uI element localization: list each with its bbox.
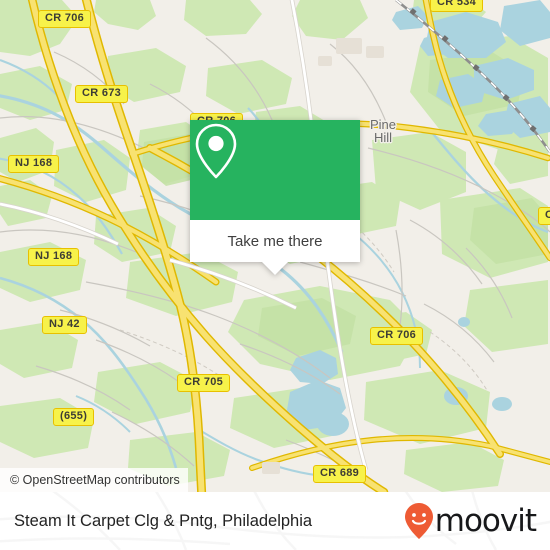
- destination-popup[interactable]: Take me there: [190, 120, 360, 275]
- road-shield-top-clipped[interactable]: CR 534: [430, 0, 484, 12]
- popup-action-bar[interactable]: Take me there: [190, 220, 360, 262]
- moovit-pin-icon: [404, 503, 433, 539]
- road-shield-cr-673[interactable]: CR 673: [75, 85, 129, 103]
- road-shield-cr-706-northwest[interactable]: CR 706: [38, 10, 92, 28]
- road-shield-nj-168-south[interactable]: NJ 168: [28, 248, 80, 266]
- moovit-wordmark: moovit: [434, 502, 537, 539]
- road-shield-nj-42[interactable]: NJ 42: [42, 316, 87, 334]
- road-shield-nj-168-north[interactable]: NJ 168: [8, 155, 60, 173]
- attribution-text: © OpenStreetMap contributors: [10, 473, 180, 487]
- road-shield-cr-706-southeast[interactable]: CR 706: [370, 327, 424, 345]
- road-shield-right-clipped[interactable]: CR: [538, 207, 550, 225]
- popup-tail: [262, 262, 288, 275]
- road-shield-cr-689[interactable]: CR 689: [313, 465, 367, 483]
- road-shield-cr-705[interactable]: CR 705: [177, 374, 231, 392]
- popup-header: [190, 120, 360, 220]
- road-shield-655[interactable]: (655): [53, 408, 95, 426]
- place-label-pine-hill: Pine Hill: [370, 117, 397, 145]
- map-canvas[interactable]: CR 706 CR 673 NJ 168 NJ 168 NJ 42 (655) CR 705…: [0, 0, 550, 492]
- map-screenshot: CR 706 CR 673 NJ 168 NJ 168 NJ 42 (655) CR 705…: [0, 0, 550, 550]
- map-pin-icon: [195, 123, 237, 179]
- footer-bar: Steam It Carpet Clg & Pntg, Philadelphia…: [0, 492, 550, 550]
- map-attribution[interactable]: © OpenStreetMap contributors: [0, 468, 188, 492]
- moovit-brand[interactable]: moovit: [404, 502, 537, 540]
- location-title: Steam It Carpet Clg & Pntg, Philadelphia: [14, 511, 313, 530]
- take-me-there-label: Take me there: [227, 232, 323, 250]
